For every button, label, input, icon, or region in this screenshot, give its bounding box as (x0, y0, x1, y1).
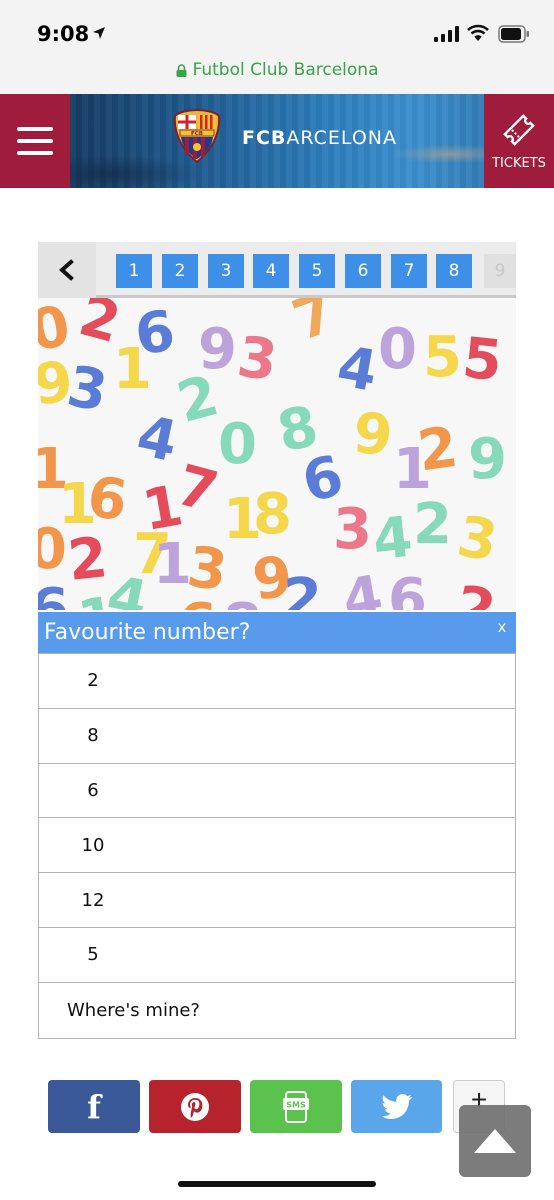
chevron-up-icon (474, 1129, 516, 1153)
status-bar: 9:08 (0, 0, 554, 58)
brand-bold: FCB (242, 127, 287, 149)
tickets-label: TICKETS (492, 155, 546, 171)
svg-text:0: 0 (38, 517, 67, 582)
quiz-widget: 1 2 3 4 5 6 7 8 9 0 2 6 9 3 7 4 0 5 5 9 … (38, 242, 516, 1039)
close-button[interactable]: x (498, 619, 506, 637)
svg-text:0: 0 (218, 412, 257, 477)
page-button-1[interactable]: 1 (116, 254, 152, 288)
svg-text:5: 5 (423, 325, 462, 390)
quiz-photo-numbers: 0 2 6 9 3 7 4 0 5 5 9 3 1 2 4 0 8 9 1 2 … (38, 298, 516, 610)
numbers-photo-image: 0 2 6 9 3 7 4 0 5 5 9 3 1 2 4 0 8 9 1 2 … (38, 298, 516, 610)
fcb-crest-logo[interactable]: FCB (172, 108, 222, 164)
svg-text:4: 4 (370, 505, 416, 574)
answer-option[interactable]: 8 (39, 709, 515, 764)
url-bar[interactable]: Futbol Club Barcelona (0, 58, 554, 94)
twitter-share-button[interactable] (351, 1080, 442, 1133)
svg-text:9: 9 (468, 427, 507, 492)
answer-label: 5 (87, 944, 99, 966)
lock-icon (176, 63, 186, 77)
scroll-to-top-button[interactable] (459, 1105, 531, 1177)
hamburger-icon-line (17, 151, 53, 155)
facebook-icon: f (87, 1087, 101, 1126)
pinterest-share-button[interactable] (149, 1080, 241, 1133)
twitter-icon (381, 1093, 412, 1119)
signal-icon (434, 26, 459, 42)
page-button-2[interactable]: 2 (162, 254, 198, 288)
answer-label: 8 (87, 725, 99, 747)
svg-text:0: 0 (378, 317, 417, 382)
page-button-4[interactable]: 4 (253, 254, 289, 288)
status-time: 9:08 (37, 22, 90, 46)
tickets-button[interactable]: TICKETS (484, 94, 554, 188)
page-button-6[interactable]: 6 (345, 254, 381, 288)
page: 9:08 Futbol Club Barcelona FCB FCBARCELO… (0, 0, 554, 1200)
hamburger-icon-line (17, 139, 53, 143)
battery-icon (498, 25, 529, 43)
svg-text:1: 1 (113, 337, 152, 402)
page-button-3[interactable]: 3 (208, 254, 244, 288)
page-button-9[interactable]: 9 (484, 254, 516, 288)
page-button-5[interactable]: 5 (299, 254, 335, 288)
pinterest-icon (181, 1092, 209, 1121)
brand-light: ARCELONA (286, 127, 398, 149)
answer-label: 10 (81, 834, 105, 856)
sms-label: SMS (286, 1100, 306, 1109)
sms-icon: SMS (283, 1090, 309, 1123)
site-header: FCB FCBARCELONA TICKETS (0, 94, 554, 188)
answer-option[interactable]: 10 (39, 818, 515, 874)
ticket-icon (503, 113, 535, 146)
menu-button[interactable] (0, 94, 70, 188)
svg-text:6: 6 (178, 592, 217, 610)
home-indicator[interactable] (178, 1181, 376, 1187)
wifi-icon (467, 24, 489, 41)
answer-option[interactable]: 12 (39, 873, 515, 928)
svg-text:2: 2 (65, 525, 111, 594)
page-button-7[interactable]: 7 (391, 254, 427, 288)
hamburger-icon-line (17, 127, 53, 131)
svg-text:5: 5 (460, 326, 506, 395)
back-button[interactable] (38, 242, 96, 298)
answer-option-free[interactable]: Where's mine? (39, 983, 515, 1038)
svg-text:2: 2 (283, 567, 322, 610)
answer-option[interactable]: 6 (39, 764, 515, 819)
svg-text:2: 2 (413, 492, 452, 557)
answer-label: 12 (81, 889, 105, 911)
svg-text:6: 6 (38, 577, 69, 610)
location-arrow-icon (93, 27, 105, 39)
question-bar: Favourite number? x (38, 612, 516, 653)
facebook-share-button[interactable]: f (48, 1080, 140, 1133)
brand-wordmark[interactable]: FCBARCELONA (242, 127, 397, 149)
answer-label: 2 (87, 670, 99, 692)
site-title: Futbol Club Barcelona (192, 60, 379, 80)
svg-text:8: 8 (223, 592, 262, 610)
svg-text:8: 8 (253, 482, 292, 547)
sms-share-button[interactable]: SMS (250, 1080, 342, 1133)
crest-text: FCB (191, 131, 203, 137)
page-button-8[interactable]: 8 (436, 254, 472, 288)
quiz-pager: 1 2 3 4 5 6 7 8 9 (38, 242, 516, 298)
answer-option[interactable]: 2 (39, 654, 515, 709)
svg-text:6: 6 (388, 567, 427, 610)
svg-text:3: 3 (333, 497, 372, 562)
answer-label: 6 (87, 779, 99, 801)
answer-list: 2 8 6 10 12 5 Where's mine? (38, 653, 516, 1039)
chevron-left-icon (58, 259, 74, 281)
answer-option[interactable]: 5 (39, 928, 515, 983)
answer-label: Where's mine? (67, 999, 200, 1021)
question-text: Favourite number? (44, 620, 251, 645)
svg-text:9: 9 (350, 401, 396, 470)
